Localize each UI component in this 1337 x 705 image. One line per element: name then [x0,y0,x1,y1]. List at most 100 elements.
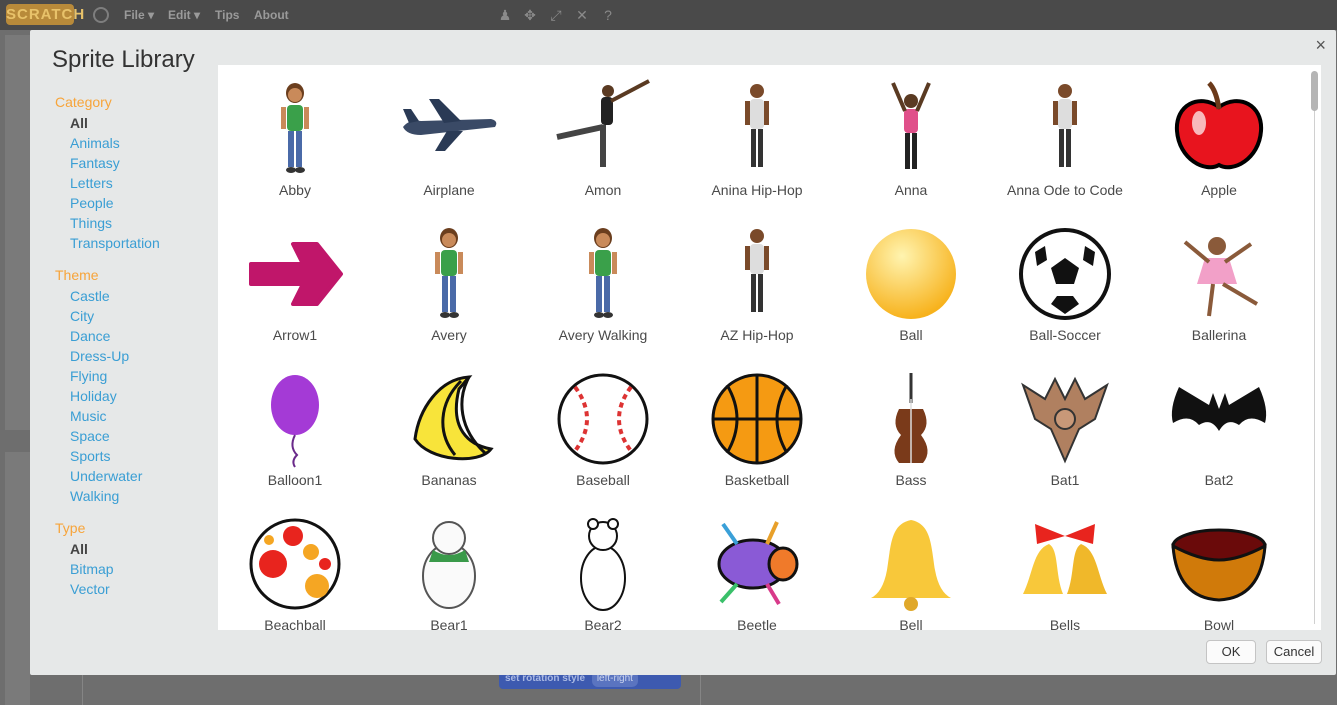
grow-icon[interactable]: ⤢ [548,7,564,23]
sprite-name: Beachball [264,617,326,630]
sprite-tile[interactable]: Bat1 [988,355,1142,500]
cut-icon[interactable]: ✥ [522,7,538,23]
sprite-tile[interactable]: Balloon1 [218,355,372,500]
beetle-icon [707,514,807,614]
sprite-name: Bananas [421,472,477,488]
sprite-tile[interactable]: Avery [372,210,526,355]
type-bitmap[interactable]: Bitmap [55,559,215,579]
sprite-tile[interactable]: Airplane [372,65,526,210]
category-all[interactable]: All [55,113,215,133]
type-heading: Type [55,520,86,536]
category-fantasy[interactable]: Fantasy [55,153,215,173]
sprite-tile[interactable]: Apple [1142,65,1296,210]
sprite-tile[interactable]: Amon [526,65,680,210]
sprite-tile[interactable]: Bass [834,355,988,500]
sprite-name: Anina Hip-Hop [711,182,803,198]
sprite-tile[interactable]: Beetle [680,500,834,630]
sprite-name: Anna [894,182,928,198]
sprite-name: AZ Hip-Hop [720,327,794,343]
sprite-tile[interactable]: Beachball [218,500,372,630]
sprite-pane [5,452,30,705]
pane-divider-2 [700,675,701,705]
sprite-name: Bat1 [1050,472,1080,488]
sprite-name: Bat2 [1204,472,1234,488]
theme-flying[interactable]: Flying [55,366,215,386]
bear-outline-icon [553,514,653,614]
menu-edit[interactable]: Edit ▾ [168,8,200,22]
sprite-tile[interactable]: Ball [834,210,988,355]
theme-holiday[interactable]: Holiday [55,386,215,406]
sprite-tile[interactable]: Abby [218,65,372,210]
category-filter: Category All Animals Fantasy Letters Peo… [55,92,215,253]
theme-space[interactable]: Space [55,426,215,446]
category-things[interactable]: Things [55,213,215,233]
airplane-icon [399,79,499,179]
menu-tips[interactable]: Tips [215,8,239,22]
person-arms-up-icon [861,79,961,179]
person-icon [1015,79,1115,179]
theme-city[interactable]: City [55,306,215,326]
type-filter: Type All Bitmap Vector [55,518,215,599]
sprite-tile[interactable]: Anna [834,65,988,210]
sprite-tile[interactable]: Arrow1 [218,210,372,355]
scrollbar[interactable] [1308,71,1318,624]
globe-icon[interactable] [93,7,109,23]
sprite-tile[interactable]: Bananas [372,355,526,500]
ok-button[interactable]: OK [1206,640,1256,664]
sprite-tile[interactable]: Anna Ode to Code [988,65,1142,210]
duplicate-icon[interactable]: ♟ [497,7,513,23]
sprite-tile[interactable]: Bear2 [526,500,680,630]
help-icon[interactable]: ? [600,7,616,23]
theme-walking[interactable]: Walking [55,486,215,506]
theme-dance[interactable]: Dance [55,326,215,346]
type-vector[interactable]: Vector [55,579,215,599]
theme-dress-up[interactable]: Dress-Up [55,346,215,366]
theme-sports[interactable]: Sports [55,446,215,466]
sprite-name: Bowl [1203,617,1235,630]
person-dancer-icon [553,79,653,179]
scratch-logo[interactable]: SCRATCH [6,4,84,25]
close-icon[interactable]: × [1315,35,1326,56]
sprite-tile[interactable]: Ballerina [1142,210,1296,355]
sprite-name: Amon [584,182,622,198]
sprite-tile[interactable]: Ball-Soccer [988,210,1142,355]
scroll-thumb[interactable] [1311,71,1318,111]
shrink-icon[interactable]: ✕ [574,7,590,23]
cancel-button[interactable]: Cancel [1266,640,1322,664]
sprite-tile[interactable]: Avery Walking [526,210,680,355]
category-transportation[interactable]: Transportation [55,233,215,253]
theme-heading: Theme [55,267,99,283]
person-girl-icon [553,224,653,324]
sprite-tile[interactable]: Bell [834,500,988,630]
sprite-tile[interactable]: Anina Hip-Hop [680,65,834,210]
bell-icon [861,514,961,614]
sprite-tile[interactable]: Bear1 [372,500,526,630]
sprite-tile[interactable]: Bells [988,500,1142,630]
type-all[interactable]: All [55,539,215,559]
sprite-tile[interactable]: Basketball [680,355,834,500]
category-people[interactable]: People [55,193,215,213]
person-girl-icon [245,79,345,179]
menu-about[interactable]: About [254,8,289,22]
sprite-name: Bass [895,472,927,488]
theme-filter: Theme Castle City Dance Dress-Up Flying … [55,265,215,506]
bat-black-icon [1169,369,1269,469]
category-animals[interactable]: Animals [55,133,215,153]
theme-castle[interactable]: Castle [55,286,215,306]
arrow-icon [245,224,345,324]
bowl-icon [1169,514,1269,614]
sprite-tile[interactable]: Bat2 [1142,355,1296,500]
category-letters[interactable]: Letters [55,173,215,193]
theme-underwater[interactable]: Underwater [55,466,215,486]
sprite-name: Ball [899,327,923,343]
soccer-ball-icon [1015,224,1115,324]
sprite-name: Bell [899,617,923,630]
theme-music[interactable]: Music [55,406,215,426]
sprite-tile[interactable]: Bowl [1142,500,1296,630]
sprite-tile[interactable]: Baseball [526,355,680,500]
menu-file[interactable]: File ▾ [124,8,154,22]
sprite-name: Basketball [724,472,790,488]
sprite-tile[interactable]: AZ Hip-Hop [680,210,834,355]
sprite-name: Bear2 [584,617,622,630]
editor-top-bar: SCRATCH File ▾ Edit ▾ Tips About ♟ ✥ ⤢ ✕… [0,0,1337,30]
